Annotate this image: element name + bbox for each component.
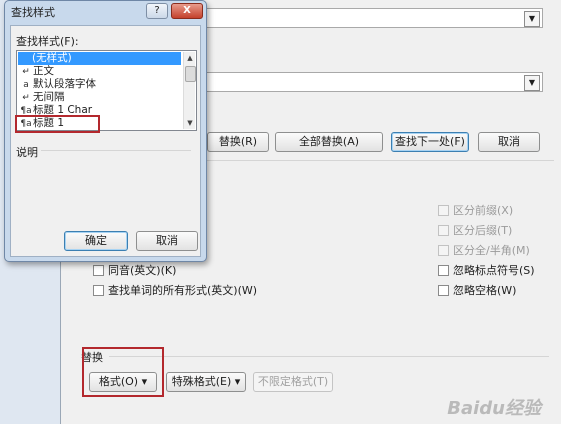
replace-all-button[interactable]: 全部替换(A) bbox=[275, 132, 383, 152]
dialog-title: 查找样式 bbox=[11, 6, 55, 19]
checkbox-label: 忽略空格(W) bbox=[453, 284, 517, 297]
divider bbox=[109, 356, 549, 357]
cancel-button[interactable]: 取消 bbox=[136, 231, 198, 251]
checkbox-box[interactable] bbox=[93, 284, 104, 296]
cancel-button[interactable]: 取消 bbox=[478, 132, 540, 152]
special-format-button[interactable]: 特殊格式(E) ▾ bbox=[166, 372, 246, 392]
vertical-scrollbar[interactable]: ▲ ▼ bbox=[183, 52, 196, 129]
close-icon: X bbox=[183, 5, 191, 16]
highlight-format-box bbox=[82, 347, 164, 397]
help-icon: ? bbox=[154, 5, 160, 16]
list-item-label: 无间隔 bbox=[33, 91, 65, 103]
baidu-watermark: Baidu经验 bbox=[447, 398, 541, 419]
list-item-label: (无样式) bbox=[32, 52, 72, 64]
checkbox-box[interactable] bbox=[438, 284, 449, 296]
checkbox-box[interactable] bbox=[93, 264, 104, 276]
style-list-label: 查找样式(F): bbox=[16, 35, 79, 48]
dialog-body: 查找样式(F): (无样式) ↵ 正文 a 默认段落字体 ↵ 无间隔 ¶a标题 1 Char ¶… bbox=[10, 25, 201, 257]
checkbox-box[interactable] bbox=[438, 264, 449, 276]
chevron-down-icon[interactable]: ▼ bbox=[524, 75, 540, 91]
scroll-up-icon[interactable]: ▲ bbox=[184, 52, 196, 64]
replace-button[interactable]: 替换(R) bbox=[207, 132, 269, 152]
divider bbox=[41, 150, 191, 151]
checkbox-label: 忽略标点符号(S) bbox=[453, 264, 535, 277]
checkbox-label: 区分前缀(X) bbox=[453, 204, 514, 217]
list-item[interactable]: ↵ 无间隔 bbox=[19, 91, 65, 104]
scroll-down-icon[interactable]: ▼ bbox=[184, 117, 196, 129]
list-item[interactable]: ↵ 正文 bbox=[19, 65, 54, 78]
scroll-thumb[interactable] bbox=[185, 66, 196, 82]
homophone-checkbox[interactable]: 同音(英文)(K) bbox=[93, 262, 176, 278]
list-item-label: 正文 bbox=[33, 65, 54, 77]
checkbox-label: 区分后缀(T) bbox=[453, 224, 513, 237]
match-prefix-checkbox[interactable]: 区分前缀(X) bbox=[438, 202, 513, 218]
find-style-dialog: 查找样式 ? X 查找样式(F): (无样式) ↵ 正文 a 默认段落字体 ↵ 无间隔 ¶a标… bbox=[4, 0, 207, 262]
help-button[interactable]: ? bbox=[146, 3, 168, 19]
ignore-punct-checkbox[interactable]: 忽略标点符号(S) bbox=[438, 262, 535, 278]
match-width-checkbox[interactable]: 区分全/半角(M) bbox=[438, 242, 530, 258]
checkbox-box[interactable] bbox=[438, 224, 449, 236]
list-item-label: 默认段落字体 bbox=[33, 78, 96, 90]
checkbox-box[interactable] bbox=[438, 244, 449, 256]
list-item[interactable]: (无样式) bbox=[18, 52, 181, 65]
description-label: 说明 bbox=[16, 146, 38, 159]
all-word-forms-checkbox[interactable]: 查找单词的所有形式(英文)(W) bbox=[93, 282, 257, 298]
chevron-down-icon[interactable]: ▼ bbox=[524, 11, 540, 27]
ignore-space-checkbox[interactable]: 忽略空格(W) bbox=[438, 282, 516, 298]
list-item[interactable]: a 默认段落字体 bbox=[19, 78, 96, 91]
checkbox-label: 同音(英文)(K) bbox=[108, 264, 177, 277]
ok-button[interactable]: 确定 bbox=[64, 231, 128, 251]
checkbox-label: 查找单词的所有形式(英文)(W) bbox=[108, 284, 258, 297]
no-formatting-button[interactable]: 不限定格式(T) bbox=[253, 372, 333, 392]
close-button[interactable]: X bbox=[171, 3, 203, 19]
checkbox-box[interactable] bbox=[438, 204, 449, 216]
find-next-button[interactable]: 查找下一处(F) bbox=[391, 132, 469, 152]
match-suffix-checkbox[interactable]: 区分后缀(T) bbox=[438, 222, 512, 238]
highlight-heading1-box bbox=[15, 115, 100, 133]
checkbox-label: 区分全/半角(M) bbox=[453, 244, 530, 257]
